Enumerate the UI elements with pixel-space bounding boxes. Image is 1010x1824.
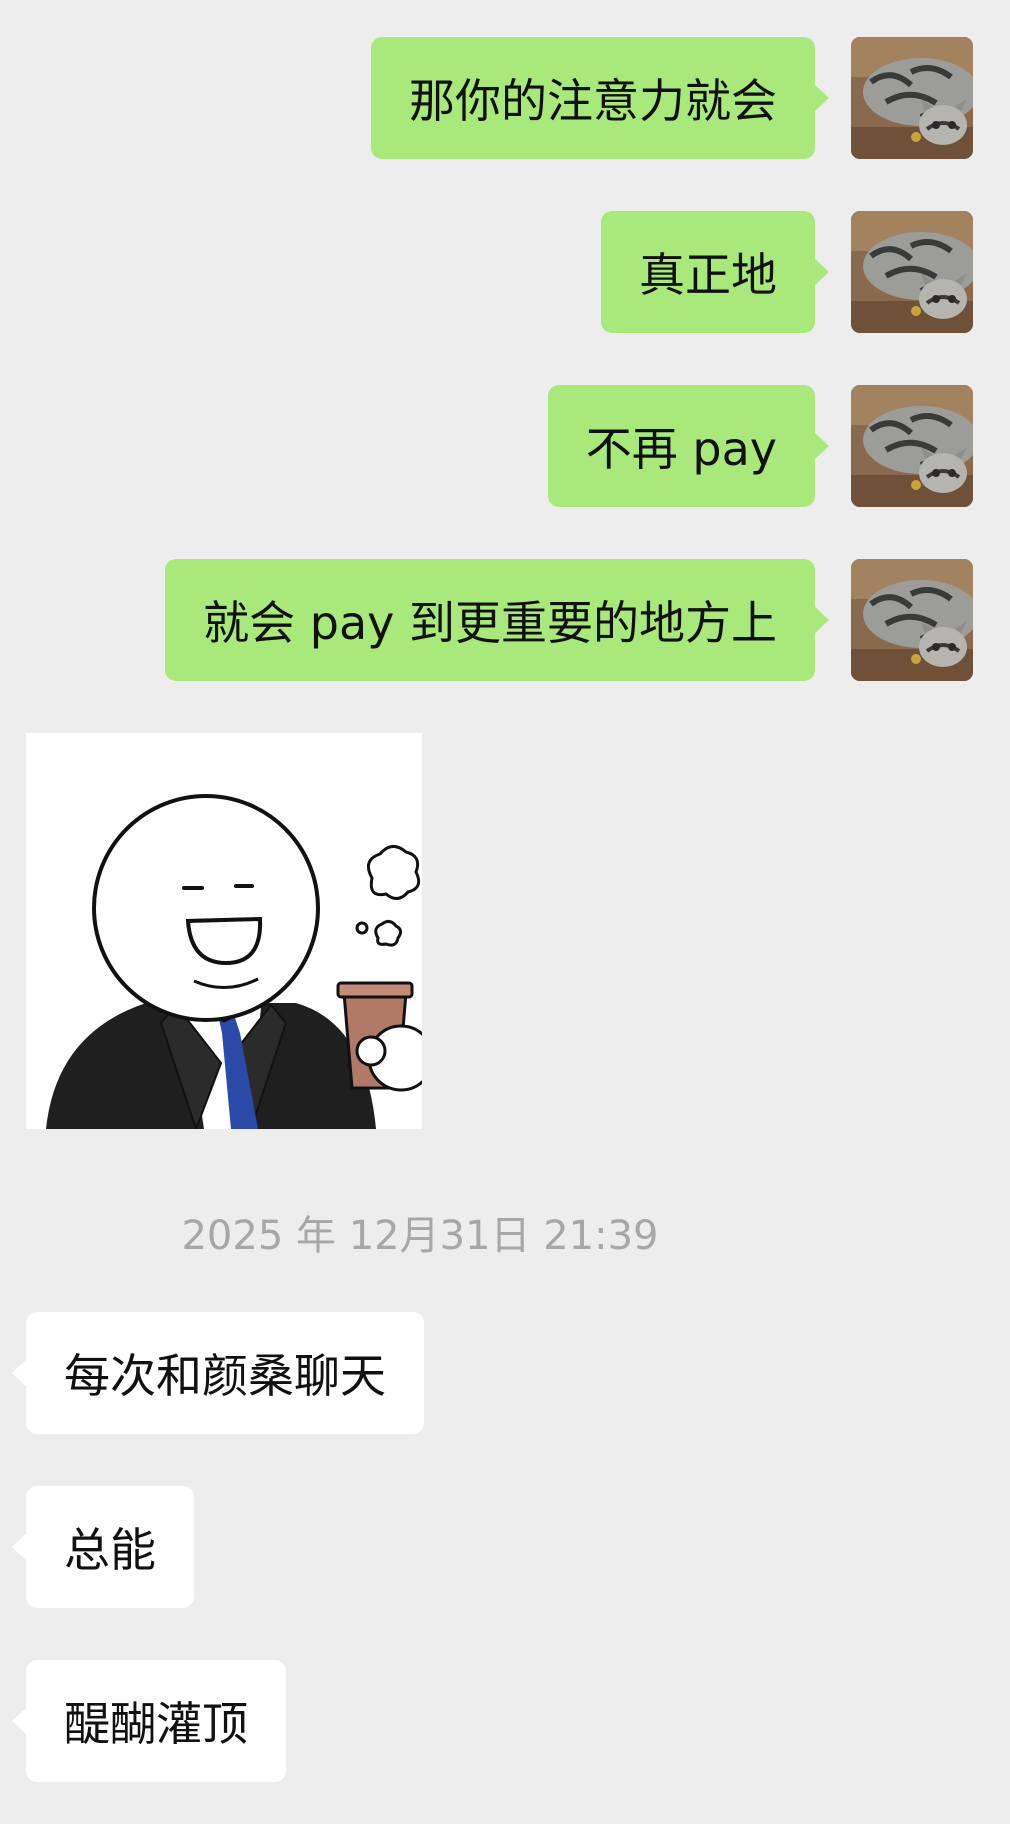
cat-avatar-icon[interactable] xyxy=(851,559,973,681)
sent-message-bubble[interactable]: 就会 pay 到更重要的地方上 xyxy=(165,559,829,681)
cat-avatar-icon[interactable] xyxy=(851,37,973,159)
sent-message-bubble[interactable]: 不再 pay xyxy=(547,385,830,507)
suited-stickman-coffee-sticker[interactable]: 1 xyxy=(26,733,422,1129)
sent-message-bubble[interactable]: 真正地 xyxy=(601,211,829,333)
message-timestamp: 2025 年 12月31日 21:39 xyxy=(181,1213,659,1259)
sent-message-bubble[interactable]: 那你的注意力就会 xyxy=(371,37,829,159)
cat-avatar-icon[interactable] xyxy=(851,385,973,507)
received-message-bubble[interactable]: 总能 xyxy=(12,1486,194,1608)
cat-avatar-icon[interactable] xyxy=(851,211,973,333)
received-message-bubble[interactable]: 每次和颜桑聊天 xyxy=(12,1312,424,1434)
received-message-bubble[interactable]: 醍醐灌顶 xyxy=(12,1660,286,1782)
